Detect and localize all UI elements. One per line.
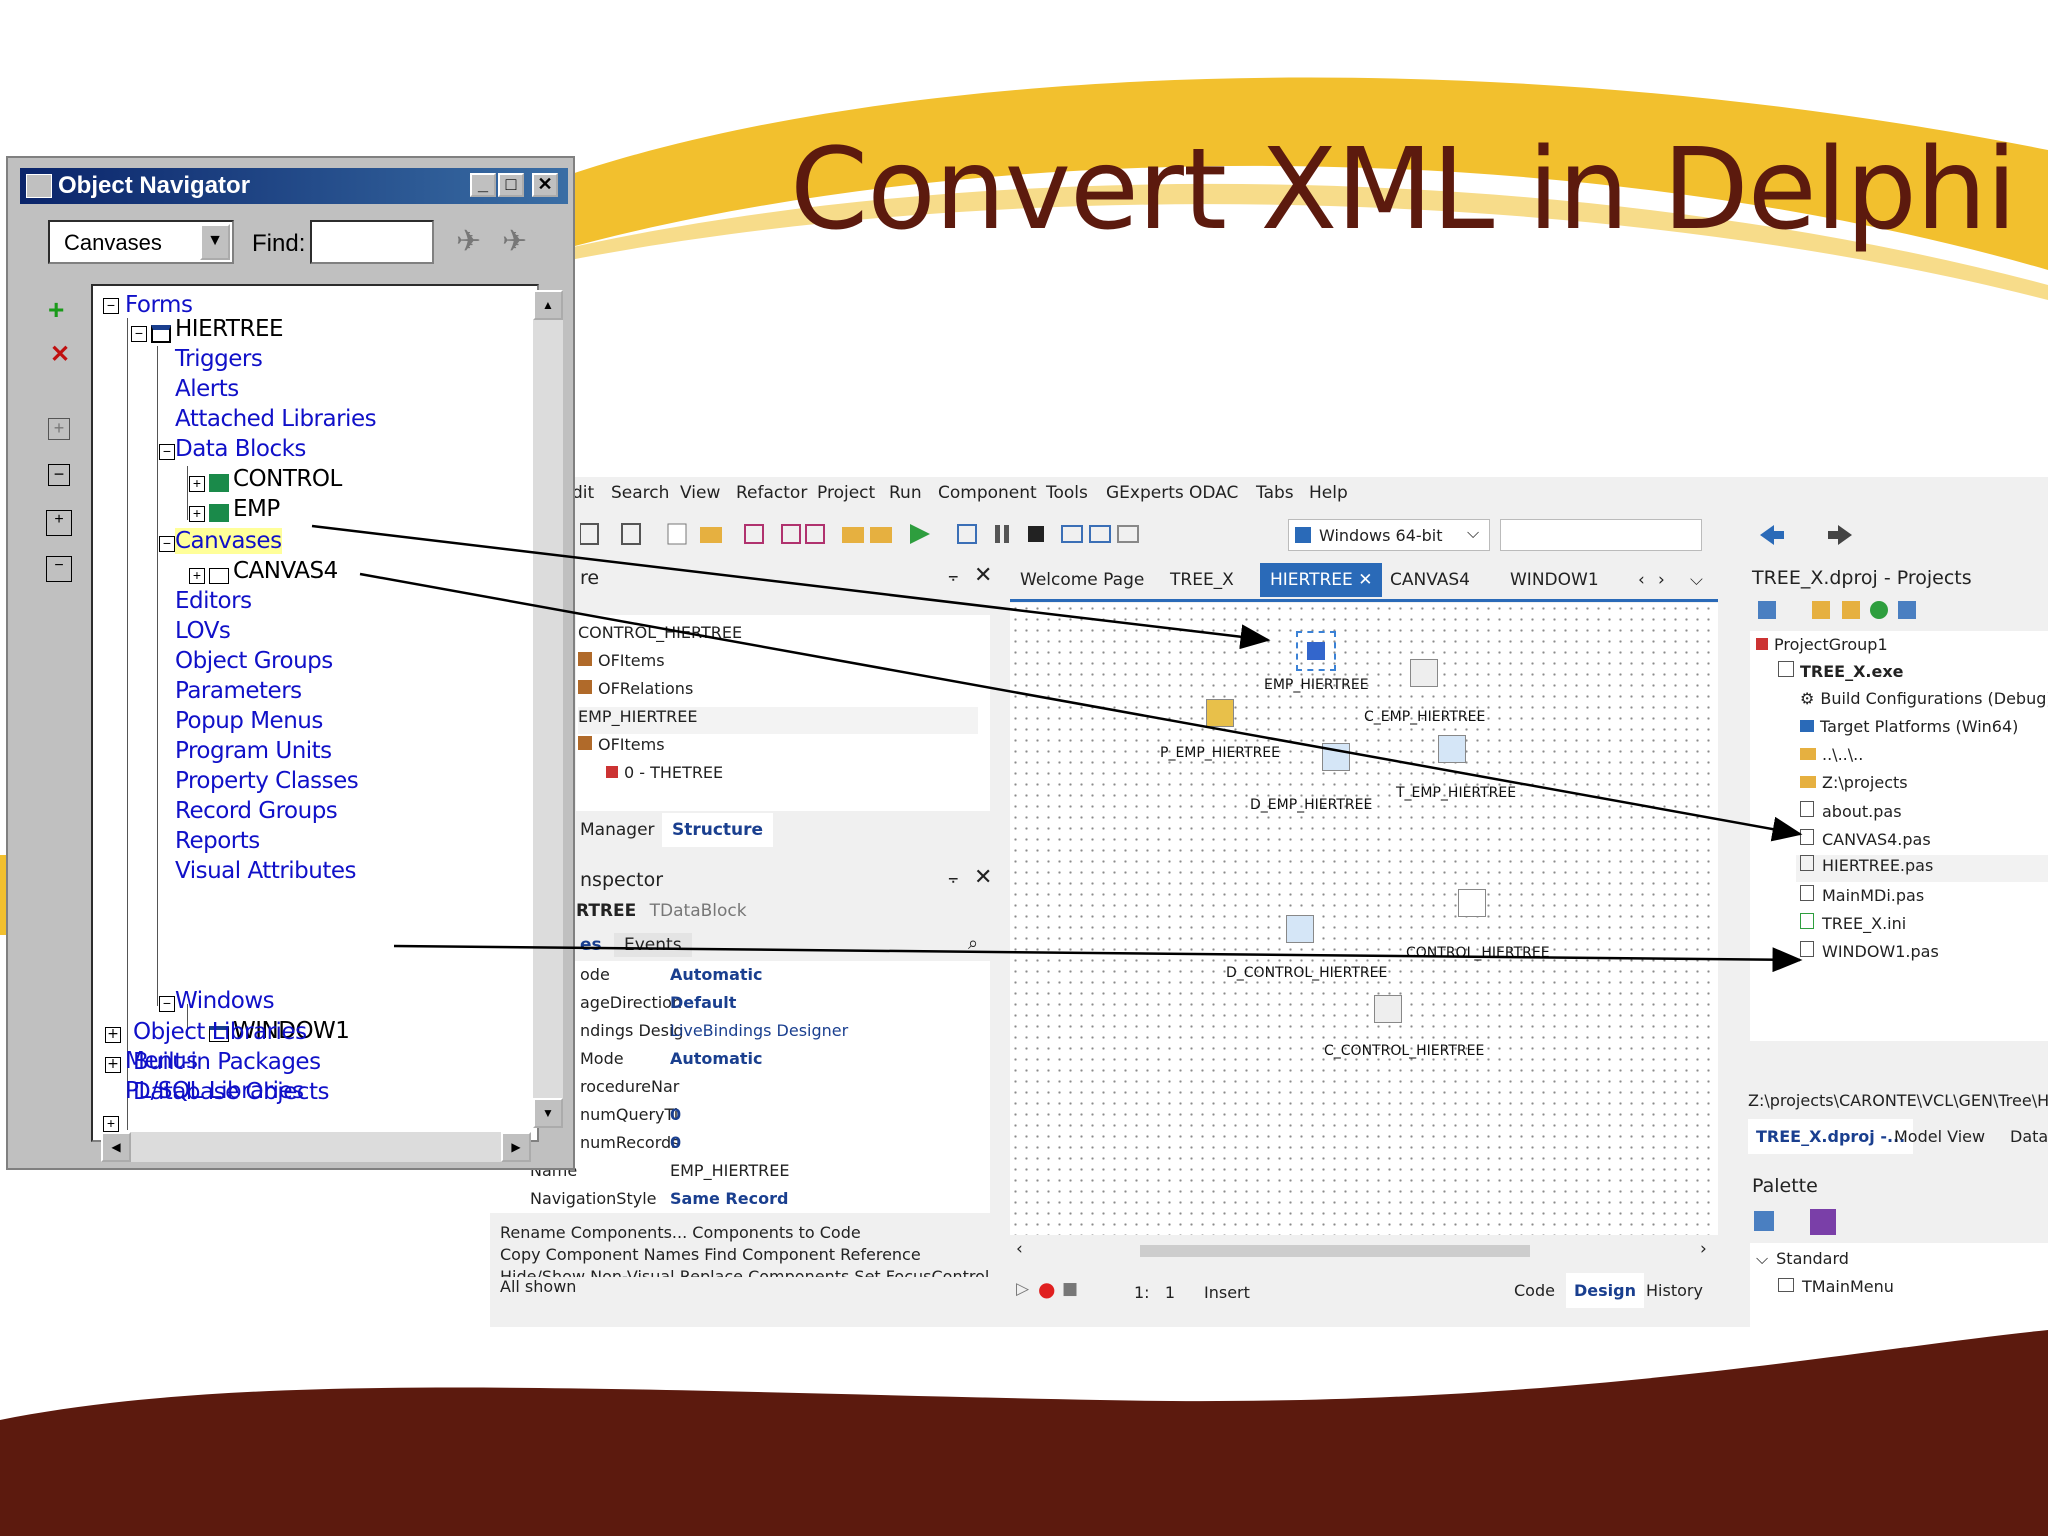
arrow-emp-to-datablock <box>311 524 1271 650</box>
arrow-canvas4-to-canvas4-pas <box>359 572 1803 842</box>
arrow-window1-to-window1-pas <box>393 944 1803 973</box>
connector-arrows <box>311 524 1803 973</box>
